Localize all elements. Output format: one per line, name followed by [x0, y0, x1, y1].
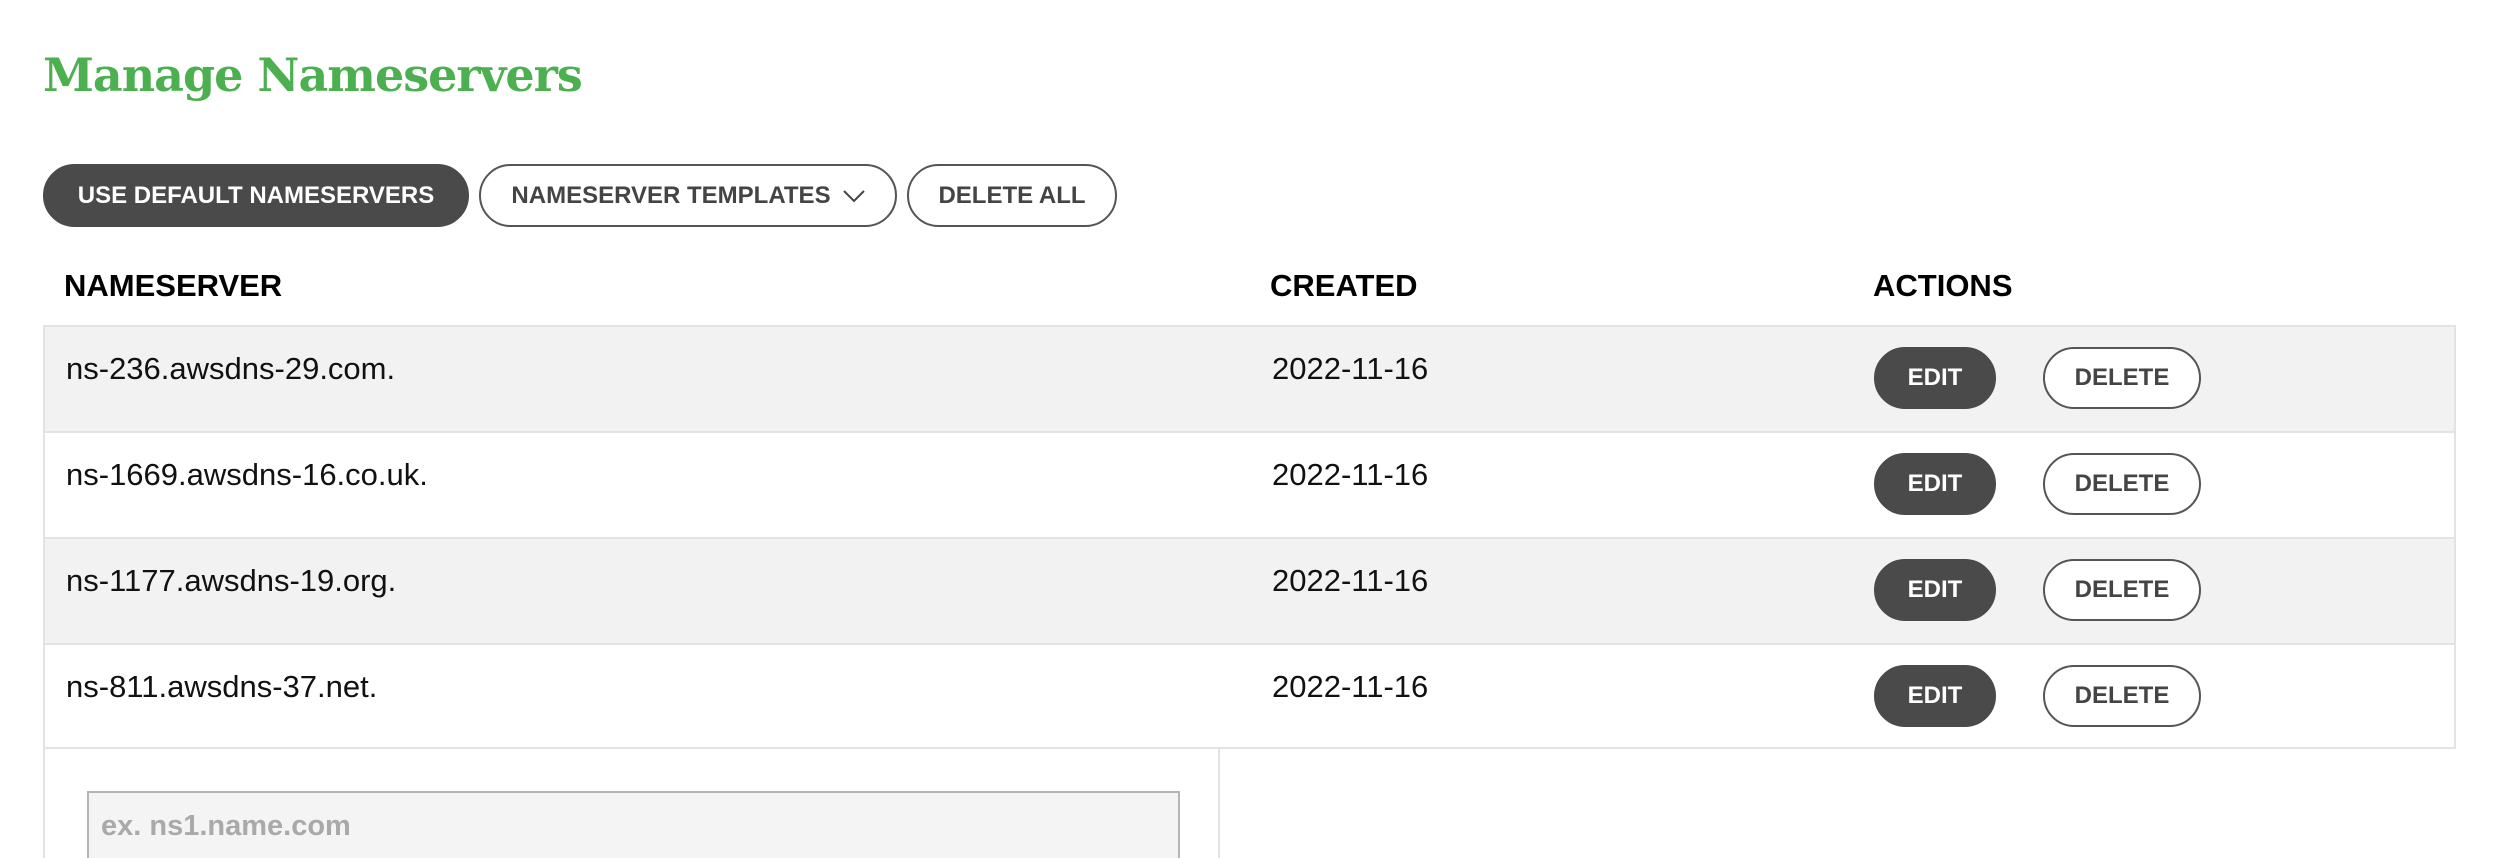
table-row: ns-236.awsdns-29.com. 2022-11-16 EDIT DE…: [43, 325, 2456, 431]
column-header-created: CREATED: [1270, 268, 1418, 303]
nameserver-cell: ns-1177.awsdns-19.org.: [66, 563, 397, 598]
nameserver-cell: ns-236.awsdns-29.com.: [66, 351, 396, 386]
edit-button[interactable]: EDIT: [1874, 347, 1996, 409]
nameserver-cell: ns-811.awsdns-37.net.: [66, 669, 378, 704]
manage-nameservers-page: Manage Nameservers USE DEFAULT NAMESERVE…: [0, 0, 2518, 858]
created-cell: 2022-11-16: [1272, 669, 1429, 704]
nameserver-cell: ns-1669.awsdns-16.co.uk.: [66, 457, 428, 492]
column-header-actions: ACTIONS: [1873, 268, 2013, 303]
created-cell: 2022-11-16: [1272, 457, 1429, 492]
edit-button[interactable]: EDIT: [1874, 453, 1996, 515]
delete-button[interactable]: DELETE: [2043, 453, 2201, 515]
table-row: ns-1669.awsdns-16.co.uk. 2022-11-16 EDIT…: [43, 431, 2456, 537]
delete-button[interactable]: DELETE: [2043, 347, 2201, 409]
table-row: ns-1177.awsdns-19.org. 2022-11-16 EDIT D…: [43, 537, 2456, 643]
created-cell: 2022-11-16: [1272, 563, 1429, 598]
delete-all-button[interactable]: DELETE ALL: [907, 164, 1117, 227]
chevron-down-icon: [842, 189, 865, 202]
use-default-nameservers-button[interactable]: USE DEFAULT NAMESERVERS: [43, 164, 469, 227]
page-title: Manage Nameservers: [43, 48, 583, 102]
edit-button[interactable]: EDIT: [1874, 665, 1996, 727]
nameserver-templates-dropdown[interactable]: NAMESERVER TEMPLATES: [479, 164, 897, 227]
delete-button[interactable]: DELETE: [2043, 559, 2201, 621]
toolbar: USE DEFAULT NAMESERVERS NAMESERVER TEMPL…: [43, 164, 1117, 227]
nameserver-templates-label: NAMESERVER TEMPLATES: [511, 181, 831, 209]
edit-button[interactable]: EDIT: [1874, 559, 1996, 621]
add-nameserver-panel: [43, 749, 1220, 858]
column-header-nameserver: NAMESERVER: [64, 268, 283, 303]
table-row: ns-811.awsdns-37.net. 2022-11-16 EDIT DE…: [43, 643, 2456, 749]
new-nameserver-input[interactable]: [87, 791, 1180, 858]
created-cell: 2022-11-16: [1272, 351, 1429, 386]
nameserver-table-body: ns-236.awsdns-29.com. 2022-11-16 EDIT DE…: [43, 325, 2456, 749]
table-header: NAMESERVER CREATED ACTIONS: [43, 268, 2456, 308]
delete-button[interactable]: DELETE: [2043, 665, 2201, 727]
